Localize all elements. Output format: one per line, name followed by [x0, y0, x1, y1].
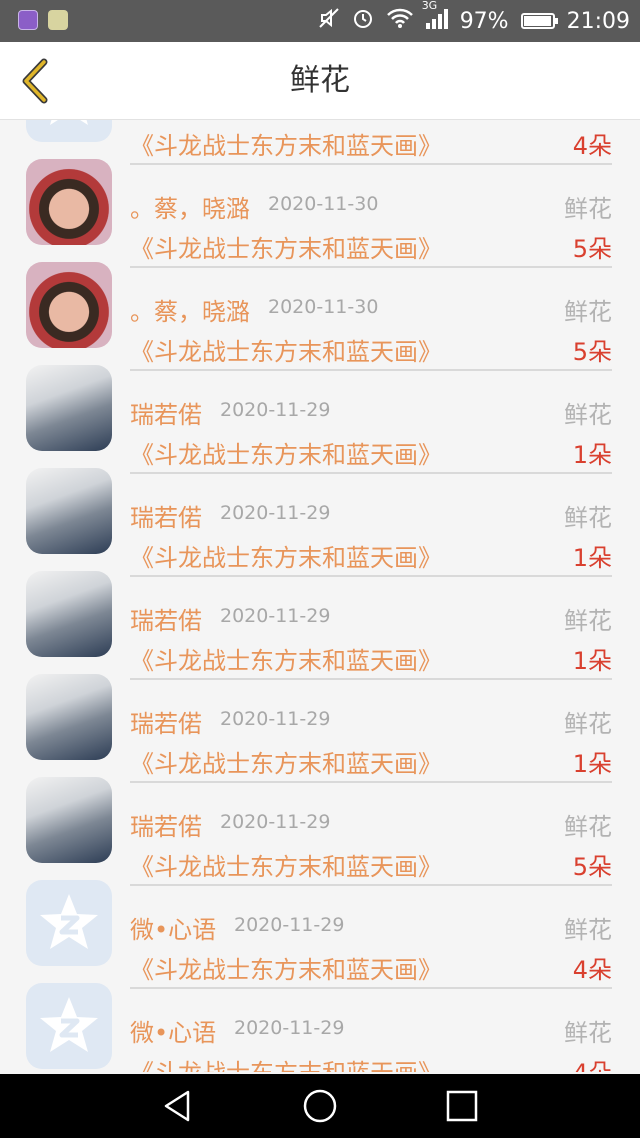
status-bar: 3G 97% 21:09 — [0, 0, 640, 42]
battery-fill — [523, 16, 551, 26]
list-item[interactable]: 微•心语 2020-11-29 鲜花《斗龙战士东方末和蓝天画》 4朵 — [0, 965, 640, 1072]
navigation-bar — [0, 1074, 640, 1138]
gift-type: 鲜花 — [564, 504, 612, 532]
send-date: 2020-11-29 — [234, 1017, 345, 1039]
avatar[interactable] — [26, 262, 112, 348]
status-icons: 3G 97% 21:09 — [318, 0, 630, 42]
list-item[interactable]: 。蔡，晓潞 2020-11-30 鲜花 《斗龙战士东方末和蓝天画》 5朵 — [0, 141, 640, 268]
clock: 21:09 — [566, 8, 630, 34]
signal-icon: 3G — [422, 0, 448, 35]
nav-home-icon[interactable] — [302, 1088, 338, 1124]
gift-type: 鲜花 — [564, 298, 612, 326]
send-date: 2020-11-29 — [234, 914, 345, 936]
send-date: 2020-11-29 — [220, 708, 331, 730]
list-item[interactable]: 微•心语2020-11-29鲜花《斗龙战士东方末和蓝天画》4朵 — [0, 862, 640, 989]
avatar[interactable] — [26, 120, 112, 142]
gift-type: 鲜花 — [564, 813, 612, 841]
nav-recents-icon[interactable] — [444, 1088, 480, 1124]
user-name[interactable]: 瑞若偌 — [130, 807, 202, 842]
send-date: 2020-11-30 — [268, 296, 379, 318]
user-name[interactable]: 。蔡，晓潞 — [130, 189, 250, 224]
avatar[interactable] — [26, 983, 112, 1069]
list-item[interactable]: 瑞若偌 2020-11-29 鲜花 《斗龙战士东方末和蓝天画》 1朵 — [0, 553, 640, 680]
avatar[interactable] — [26, 777, 112, 863]
send-date: 2020-11-29 — [220, 399, 331, 421]
user-name[interactable]: 瑞若偌 — [130, 395, 202, 430]
user-name[interactable]: 瑞若偌 — [130, 498, 202, 533]
nav-back-icon[interactable] — [160, 1088, 196, 1124]
avatar[interactable] — [26, 159, 112, 245]
avatar[interactable] — [26, 365, 112, 451]
user-name[interactable]: 微•心语 — [130, 910, 216, 945]
app-header: 鲜花 — [0, 42, 640, 120]
gift-type: 鲜花 — [564, 710, 612, 738]
gallery-app-icon — [18, 10, 38, 30]
list-item[interactable]: 瑞若偌 2020-11-29 鲜花 《斗龙战士东方末和蓝天画》 1朵 — [0, 347, 640, 474]
mute-icon — [318, 7, 340, 35]
user-name[interactable]: 微•心语 — [130, 1013, 216, 1048]
wifi-icon — [386, 7, 414, 35]
list-item[interactable]: 《斗龙战士东方末和蓝天画》 4朵 — [0, 120, 640, 165]
user-name[interactable]: 瑞若偌 — [130, 601, 202, 636]
avatar[interactable] — [26, 674, 112, 760]
user-name[interactable]: 瑞若偌 — [130, 704, 202, 739]
flower-list[interactable]: 《斗龙战士东方末和蓝天画》 4朵 。蔡，晓潞 2020-11-30 鲜花 《斗龙战士东方末… — [0, 120, 640, 1072]
avatar[interactable] — [26, 880, 112, 966]
user-name[interactable]: 。蔡，晓潞 — [130, 292, 250, 327]
gift-type: 鲜花 — [564, 401, 612, 429]
page-title: 鲜花 — [290, 63, 350, 98]
list-item[interactable]: 瑞若偌 2020-11-29 鲜花 《斗龙战士东方末和蓝天画》 5朵 — [0, 759, 640, 886]
list-item[interactable]: 瑞若偌 2020-11-29 鲜花 《斗龙战士东方末和蓝天画》 1朵 — [0, 656, 640, 783]
send-date: 2020-11-29 — [220, 605, 331, 627]
gift-type: 鲜花 — [564, 916, 612, 944]
battery-icon — [520, 13, 558, 29]
network-type: 3G — [421, 0, 438, 12]
wechat-app-icon — [48, 10, 68, 30]
avatar[interactable] — [26, 571, 112, 657]
gift-type: 鲜花 — [564, 1019, 612, 1047]
send-date: 2020-11-30 — [268, 193, 379, 215]
gift-type: 鲜花 — [564, 195, 612, 223]
gift-type: 鲜花 — [564, 607, 612, 635]
list-item[interactable]: 瑞若偌 2020-11-29 鲜花 《斗龙战士东方末和蓝天画》 1朵 — [0, 450, 640, 577]
flower-count: 4朵 — [573, 1053, 612, 1072]
list-item[interactable]: 。蔡，晓潞 2020-11-30 鲜花 《斗龙战士东方末和蓝天画》 5朵 — [0, 244, 640, 371]
alarm-icon — [352, 7, 374, 35]
send-date: 2020-11-29 — [220, 502, 331, 524]
battery-percent: 97% — [459, 8, 509, 34]
avatar[interactable] — [26, 468, 112, 554]
send-date: 2020-11-29 — [220, 811, 331, 833]
book-title[interactable]: 《斗龙战士东方末和蓝天画》 — [130, 1053, 442, 1072]
